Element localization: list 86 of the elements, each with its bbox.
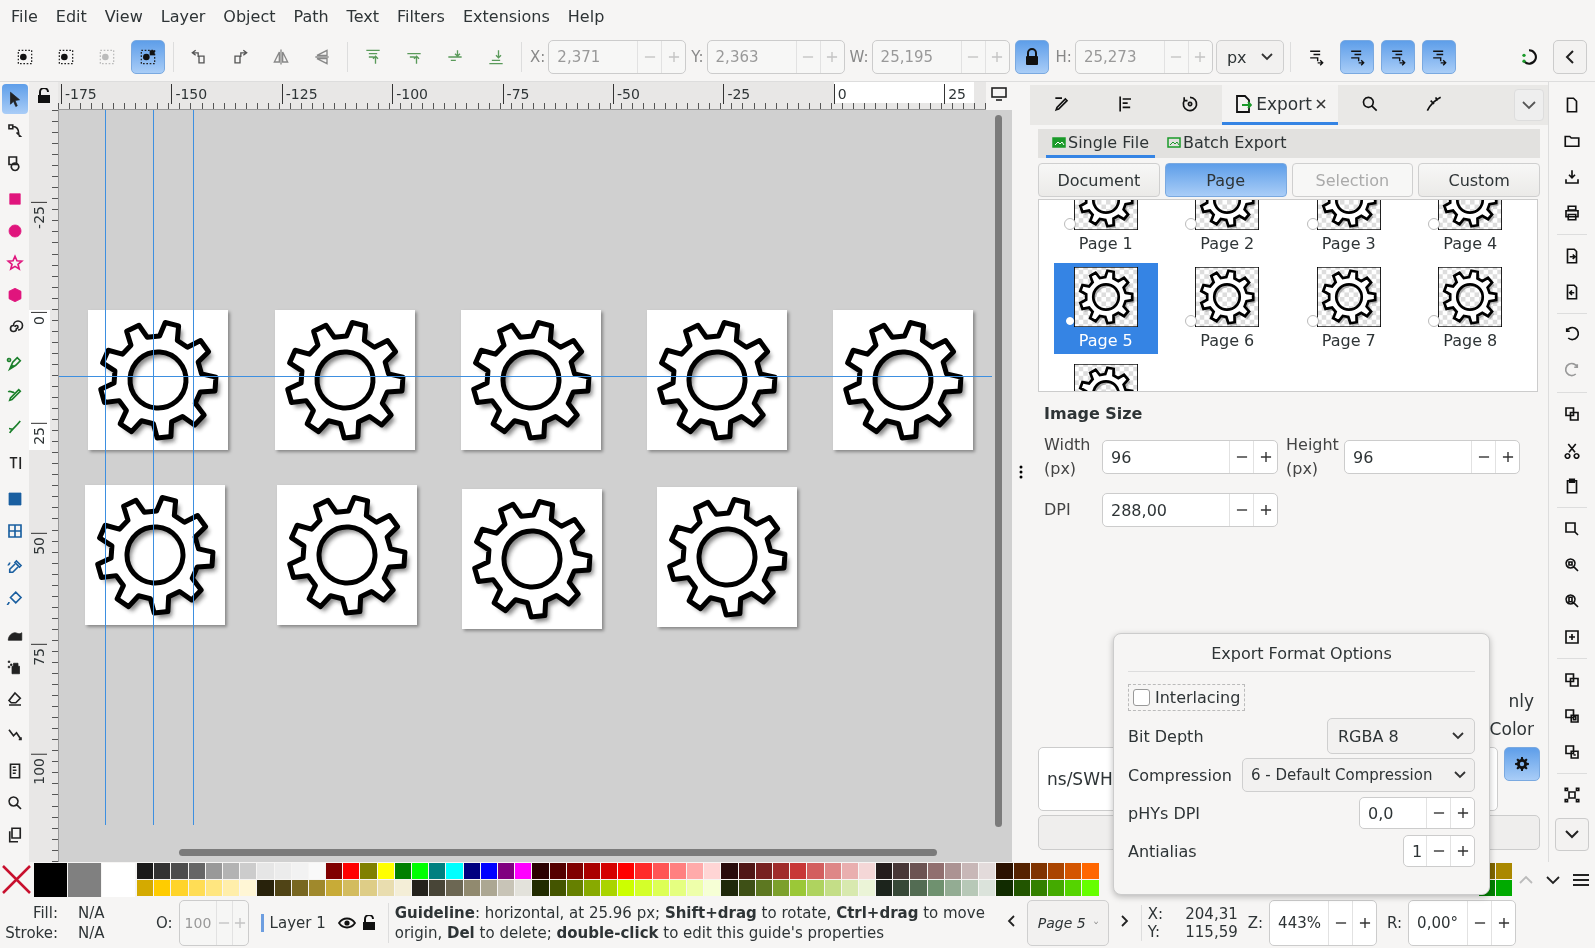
menu-item[interactable]: View <box>95 7 152 26</box>
page-label: Page 5 <box>1078 331 1133 350</box>
option-label: nly <box>1508 691 1534 711</box>
popover-title: Export Format Options <box>1128 638 1475 672</box>
page-dropdown[interactable]: Page 5 <box>1026 899 1109 946</box>
field-label: W: <box>849 48 869 66</box>
x-label: X: <box>1147 904 1165 923</box>
unit-dropdown[interactable]: px <box>1215 40 1284 74</box>
page-label: Page 1 <box>1078 234 1133 253</box>
option-label: Color <box>1489 719 1534 739</box>
opacity-label: O: <box>156 913 173 932</box>
menu-item[interactable]: Text <box>337 7 388 26</box>
ruler-label: -50 <box>613 84 640 104</box>
field-label: Y: <box>691 48 704 66</box>
ruler-label: 25 <box>944 84 966 104</box>
page-thumbnail-item[interactable]: Page 2 <box>1175 200 1280 257</box>
layer-name[interactable]: Layer 1 <box>260 913 326 932</box>
page-thumbnail-item[interactable]: Page 4 <box>1418 200 1523 257</box>
ruler-label: 0 <box>833 84 847 104</box>
ruler-label: 75 <box>31 643 47 666</box>
ruler-label: 100 <box>31 754 47 785</box>
menu-item[interactable]: Filters <box>387 7 454 26</box>
menu-item[interactable]: Path <box>284 7 338 26</box>
y-label: Y: <box>1147 922 1161 941</box>
zoom-label: Z: <box>1247 913 1264 932</box>
antialias-field[interactable]: 1 <box>1403 835 1475 867</box>
status-message: Guideline: horizontal, at 25.96 px; Shift+drag to rotate, Ctrl+drag to move origin, Del to delete; double-click to edit this guide's properties <box>387 902 995 943</box>
fill-value: N/A <box>77 903 106 922</box>
phys-dpi-field[interactable]: 0,0 <box>1359 797 1475 829</box>
page-label: Page 8 <box>1443 331 1498 350</box>
page-label: Page 2 <box>1200 234 1255 253</box>
ruler-label: 50 <box>31 533 47 555</box>
dpi-field[interactable]: 288,00 <box>1102 493 1278 527</box>
ruler-label: -100 <box>392 84 428 104</box>
page-thumbnail-item[interactable]: Page 3 <box>1296 200 1401 257</box>
phys-dpi-label: pHYs DPI <box>1128 803 1201 823</box>
page-label: Page 7 <box>1321 331 1376 350</box>
menu-item[interactable]: Layer <box>151 7 215 26</box>
ruler-label: -175 <box>61 84 97 104</box>
ruler-label: -75 <box>502 84 530 104</box>
antialias-label: Antialias <box>1128 841 1197 861</box>
ruler-label: 0 <box>31 312 47 326</box>
page-thumbnail-item[interactable]: Page 8 <box>1418 263 1523 354</box>
page-thumbnail-item[interactable]: Page 1 <box>1053 200 1158 257</box>
page-label: Page 4 <box>1443 234 1498 253</box>
bit-depth-dropdown[interactable]: RGBA 8 <box>1327 718 1475 754</box>
menu-item[interactable]: Extensions <box>453 7 559 26</box>
menu-item[interactable]: File <box>2 7 47 26</box>
export-tab[interactable]: Export <box>1222 85 1338 125</box>
stroke-value: N/A <box>77 923 106 942</box>
rotation-field[interactable]: 0,00° <box>1408 899 1517 946</box>
menu-item[interactable]: Help <box>558 7 614 26</box>
page-label: Page 3 <box>1321 234 1376 253</box>
width-field[interactable]: 96 <box>1102 440 1278 474</box>
batch-export-tab[interactable]: Batch Export <box>1161 129 1293 158</box>
export-area-button[interactable]: Document <box>1038 163 1160 197</box>
ruler-label: -25 <box>31 202 47 229</box>
menu-item[interactable]: Object <box>214 7 285 26</box>
ruler-label: -25 <box>723 84 751 104</box>
bit-depth-label: Bit Depth <box>1128 726 1204 746</box>
export-area-button[interactable]: Page <box>1164 163 1287 197</box>
ruler-label: -150 <box>171 84 208 104</box>
menu-item[interactable]: Edit <box>46 7 96 26</box>
height-field[interactable]: 96 <box>1344 440 1520 474</box>
ruler-label: 25 <box>31 422 47 445</box>
interlacing-checkbox[interactable]: Interlacing <box>1128 683 1246 711</box>
fill-label: Fill: <box>31 903 59 922</box>
section-heading: Image Size <box>1044 404 1144 423</box>
y-value: 115,59 <box>1184 922 1238 941</box>
page-thumbnail-item[interactable]: Page 5 <box>1053 263 1158 354</box>
field-label: H: <box>1055 48 1072 66</box>
page-label: Page 6 <box>1200 331 1255 350</box>
field-label: X: <box>530 48 546 66</box>
rotation-label: R: <box>1387 913 1403 932</box>
page-thumbnail-item[interactable]: Page 7 <box>1296 263 1401 354</box>
width-label: Width (px) <box>1044 434 1092 480</box>
ruler-label: -125 <box>281 84 318 104</box>
page-thumbnail-item[interactable]: Page 6 <box>1175 263 1280 354</box>
x-value: 204,31 <box>1184 904 1238 923</box>
single-file-tab[interactable]: Single File <box>1046 129 1156 158</box>
zoom-field[interactable]: 443% <box>1269 899 1378 946</box>
export-area-button[interactable]: Custom <box>1418 163 1540 197</box>
dpi-label: DPI <box>1044 499 1072 521</box>
compression-label: Compression <box>1128 765 1232 785</box>
compression-dropdown[interactable]: 6 - Default Compression <box>1242 758 1475 792</box>
stroke-label: Stroke: <box>4 923 59 942</box>
